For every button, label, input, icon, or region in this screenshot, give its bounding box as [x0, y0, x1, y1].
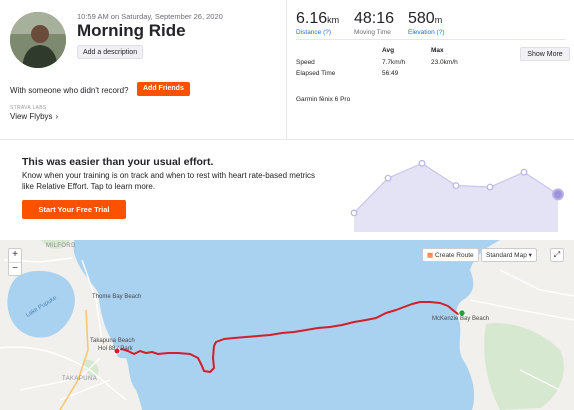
activity-title: Morning Ride: [77, 21, 186, 40]
effort-description: Know when your training is on track and …: [22, 171, 316, 191]
show-more-button[interactable]: Show More: [520, 47, 570, 61]
effort-point[interactable]: [520, 168, 528, 176]
chevron-down-icon: ▾: [528, 252, 532, 259]
map-label-takapuna-beach: Takapuna Beach: [90, 338, 135, 344]
effort-trend-chart[interactable]: [350, 148, 574, 232]
view-flybys-link[interactable]: View Flybys ›: [10, 112, 58, 121]
activity-stats-pane: 6.16km Distance (?) 48:16 Moving Time 58…: [288, 0, 574, 140]
elapsed-time-value: 56:49: [382, 70, 399, 77]
avg-header: Avg: [382, 47, 395, 54]
speed-avg: 7.7km/h: [382, 59, 406, 66]
activity-info-pane: 10:59 AM on Saturday, September 26, 2020…: [0, 0, 287, 140]
route-map[interactable]: MILFORD Lake Pupuke Thome Bay Beach Taka…: [0, 240, 574, 410]
avatar[interactable]: [10, 12, 66, 68]
effort-point[interactable]: [418, 159, 426, 167]
device-name: Garmin fēnix 6 Pro: [296, 96, 351, 103]
effort-area: [354, 163, 558, 232]
chevron-right-icon: ›: [55, 112, 59, 121]
elevation-label[interactable]: Elevation (?): [408, 29, 445, 36]
map-label-takapuna: TAKAPUNA: [62, 376, 98, 382]
effort-title: This was easier than your usual effort.: [22, 156, 214, 168]
effort-point[interactable]: [350, 209, 358, 217]
distance-label[interactable]: Distance (?): [296, 29, 339, 36]
activity-summary: 10:59 AM on Saturday, September 26, 2020…: [0, 0, 574, 140]
map-type-label: Standard Map: [486, 252, 527, 259]
divider: [296, 39, 566, 40]
map-canvas[interactable]: [0, 240, 574, 410]
create-route-button[interactable]: ▦ Create Route: [422, 248, 479, 262]
add-description-button[interactable]: Add a description: [77, 45, 144, 59]
with-someone-text: With someone who didn't record?: [10, 86, 129, 95]
effort-point-current[interactable]: [552, 188, 564, 201]
moving-time-label: Moving Time: [354, 29, 391, 36]
fullscreen-icon[interactable]: ⤢: [550, 248, 564, 262]
distance-unit: km: [327, 15, 340, 25]
elapsed-time-label: Elapsed Time: [296, 70, 336, 77]
moving-time-stat: 48:16 Moving Time: [354, 10, 394, 36]
effort-point[interactable]: [486, 183, 494, 191]
add-friends-button[interactable]: Add Friends: [137, 82, 190, 96]
start-free-trial-button[interactable]: Start Your Free Trial: [22, 200, 126, 219]
strava-labs-label: STRAVA LABS: [10, 105, 47, 111]
elevation-value: 580: [408, 10, 435, 27]
speed-label: Speed: [296, 59, 315, 66]
view-flybys-label: View Flybys: [10, 112, 53, 121]
elevation-unit: m: [434, 15, 443, 25]
map-label-holiday-park: Hol 88 / Park: [98, 346, 133, 352]
route-grid-icon: ▦: [427, 252, 434, 259]
zoom-control: + −: [8, 248, 22, 276]
map-label-mckenzie-bay: McKenzie Bay Beach: [432, 316, 490, 322]
zoom-out-button[interactable]: −: [9, 262, 21, 275]
zoom-in-button[interactable]: +: [9, 249, 21, 262]
activity-datetime: 10:59 AM on Saturday, September 26, 2020: [77, 12, 223, 21]
relative-effort-banner: This was easier than your usual effort. …: [0, 148, 574, 232]
map-label-milford: MILFORD: [46, 243, 76, 249]
speed-max: 23.0km/h: [431, 59, 458, 66]
map-type-select[interactable]: Standard Map ▾: [481, 248, 537, 262]
distance-value: 6.16: [296, 10, 328, 27]
elevation-stat: 580m Elevation (?): [408, 10, 445, 36]
distance-stat: 6.16km Distance (?): [296, 10, 339, 36]
moving-time-value: 48:16: [354, 10, 395, 27]
effort-point[interactable]: [452, 182, 460, 189]
map-label-thome-bay: Thome Bay Beach: [92, 294, 142, 300]
effort-point[interactable]: [384, 174, 392, 182]
max-header: Max: [431, 47, 444, 54]
create-route-label: Create Route: [434, 252, 474, 259]
